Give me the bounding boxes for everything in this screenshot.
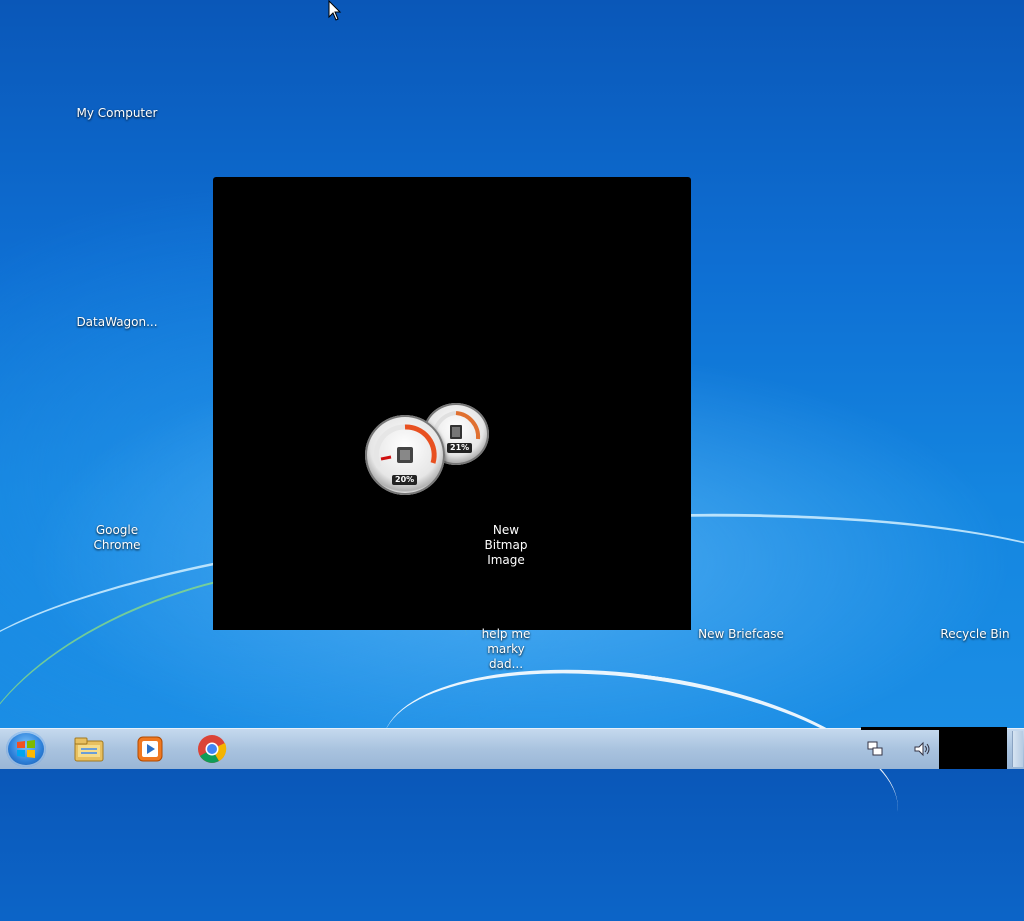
media-player-icon: [137, 736, 163, 762]
taskbar-google-chrome[interactable]: [195, 733, 229, 765]
desktop-icon-label: Google Chrome: [93, 523, 141, 552]
desktop-icon-label: New Bitmap Image: [484, 523, 528, 567]
desktop-icon-new-briefcase[interactable]: New Briefcase: [681, 627, 801, 642]
cpu-gauge: 20%: [365, 415, 445, 495]
desktop-icon-recycle-bin[interactable]: Recycle Bin: [915, 627, 1024, 642]
volume-icon[interactable]: [912, 739, 932, 759]
black-overlay-bar: [861, 727, 1007, 730]
desktop-icon-my-computer[interactable]: My Computer: [57, 106, 177, 121]
folder-icon: [74, 737, 104, 762]
windows-logo-icon: [17, 740, 35, 758]
desktop-icon-label: DataWagon...: [76, 315, 158, 329]
show-desktop-button[interactable]: [1012, 731, 1023, 767]
desktop-icon-label: Recycle Bin: [940, 627, 1010, 641]
desktop-icon-google-chrome[interactable]: Google Chrome: [57, 523, 177, 553]
memory-percent-label: 21%: [447, 443, 473, 453]
wallpaper-wave-bright: [368, 639, 912, 915]
desktop-icon-label: New Briefcase: [698, 627, 784, 641]
mouse-cursor-icon: [328, 0, 342, 21]
chrome-icon: [198, 735, 227, 763]
desktop-icon-help-me[interactable]: help me marky dad...: [446, 627, 566, 672]
tray-clock-area[interactable]: [939, 729, 1007, 769]
desktop-icon-label: help me marky dad...: [481, 627, 531, 671]
taskbar-windows-explorer[interactable]: [72, 733, 106, 765]
network-icon[interactable]: [865, 739, 885, 759]
desktop-icon-datawagon[interactable]: DataWagon...: [57, 315, 177, 330]
desktop-icon-label: My Computer: [76, 106, 158, 120]
start-button[interactable]: [6, 731, 46, 767]
taskbar: [0, 728, 1024, 769]
desktop-icon-new-bitmap-image[interactable]: New Bitmap Image: [446, 523, 566, 568]
taskbar-media-player[interactable]: [133, 733, 167, 765]
cpu-percent-label: 20%: [392, 475, 418, 485]
cpu-meter-gadget[interactable]: 21% 20%: [365, 403, 495, 498]
